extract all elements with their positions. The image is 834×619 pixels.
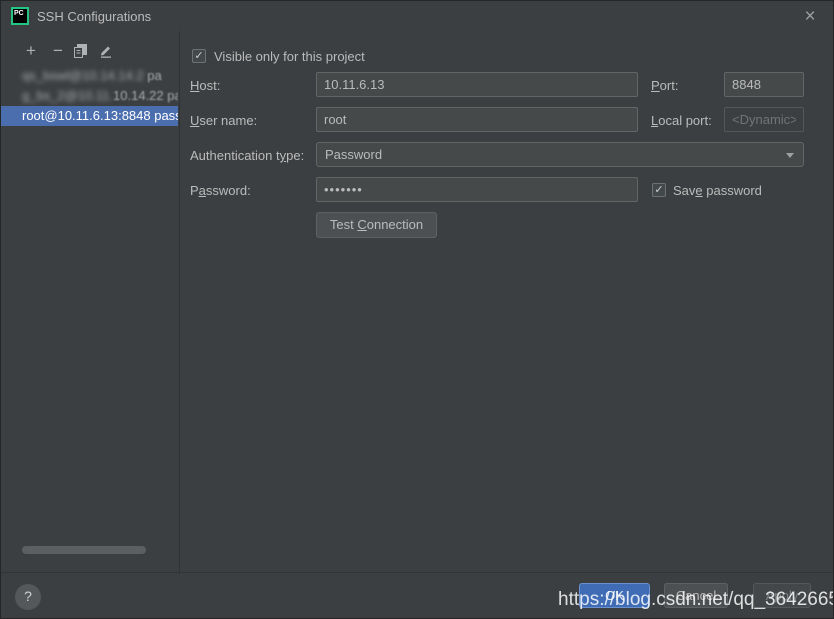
label-text: password — [703, 183, 762, 198]
label-text: ssword: — [206, 183, 251, 198]
chevron-down-icon — [786, 153, 794, 158]
config-text-fragment: 10.14.22 pa — [113, 88, 178, 103]
label-mnemonic: U — [190, 113, 199, 128]
remove-configuration-button[interactable]: − — [47, 40, 69, 62]
label-mnemonic: e — [695, 183, 702, 198]
config-text-fragment: pa — [144, 68, 162, 83]
auth-type-label: Authentication type: — [190, 148, 304, 163]
port-input[interactable] — [724, 72, 804, 97]
title-bar: PC SSH Configurations × — [1, 1, 833, 31]
label-text: pe: — [286, 148, 304, 163]
redacted-config-text: qs_bswl@10.14.14.2 — [22, 68, 144, 83]
port-label: Port: — [651, 78, 678, 93]
visible-project-label: Visible only for this project — [214, 49, 365, 64]
close-icon[interactable]: × — [797, 4, 823, 30]
test-connection-button[interactable]: Test Connection — [316, 212, 437, 238]
label-text: ort: — [660, 78, 679, 93]
horizontal-scrollbar[interactable] — [22, 546, 146, 554]
host-input[interactable] — [316, 72, 638, 97]
local-port-label: Local port: — [651, 113, 712, 128]
visible-project-checkbox[interactable]: ✓ — [192, 49, 206, 63]
username-input[interactable] — [316, 107, 638, 132]
label-mnemonic: H — [190, 78, 199, 93]
label-mnemonic: P — [651, 78, 660, 93]
redacted-config-text: g_bs_2@10.11. — [22, 88, 113, 103]
list-item-selected[interactable]: root@10.11.6.13:8848 passw — [1, 106, 178, 126]
host-label: Host: — [190, 78, 220, 93]
label-mnemonic: a — [199, 183, 206, 198]
save-password-checkbox[interactable]: ✓ — [652, 183, 666, 197]
add-configuration-button[interactable]: + — [20, 40, 42, 62]
label-text: onnection — [367, 217, 423, 232]
list-item[interactable]: qs_bswl@10.14.14.2 pa — [1, 66, 178, 86]
copy-configuration-icon[interactable] — [73, 40, 95, 62]
label-text: ost: — [199, 78, 220, 93]
label-mnemonic: C — [357, 217, 366, 232]
label-text: ser name: — [199, 113, 257, 128]
auth-type-selected-value: Password — [325, 147, 382, 162]
ssh-configurations-list: qs_bswl@10.14.14.2 pa g_bs_2@10.11.10.14… — [1, 66, 178, 126]
label-text: Authentication t — [190, 148, 280, 163]
dialog-title: SSH Configurations — [37, 9, 151, 24]
label-text: Sav — [673, 183, 695, 198]
label-text: P — [190, 183, 199, 198]
password-label: Password: — [190, 183, 251, 198]
label-text: Test — [330, 217, 357, 232]
auth-type-dropdown[interactable]: Password — [316, 142, 804, 167]
pycharm-logo-icon: PC — [11, 7, 29, 25]
list-item[interactable]: g_bs_2@10.11.10.14.22 pa — [1, 86, 178, 106]
password-input[interactable] — [316, 177, 638, 202]
configurations-sidebar: + − qs_bswl@10.14.14.2 pa g_bs_2@10.11.1… — [1, 31, 180, 574]
edit-configuration-icon[interactable] — [99, 40, 121, 62]
csdn-watermark: https://blog.csdn.net/qq_36426650 — [558, 589, 834, 611]
help-button[interactable]: ? — [15, 584, 41, 610]
ssh-configurations-dialog: PC SSH Configurations × + − qs_bswl@10.1… — [0, 0, 834, 619]
username-label: User name: — [190, 113, 257, 128]
label-text: ocal port: — [658, 113, 711, 128]
local-port-input[interactable] — [724, 107, 804, 132]
save-password-label: Save password — [673, 183, 762, 198]
